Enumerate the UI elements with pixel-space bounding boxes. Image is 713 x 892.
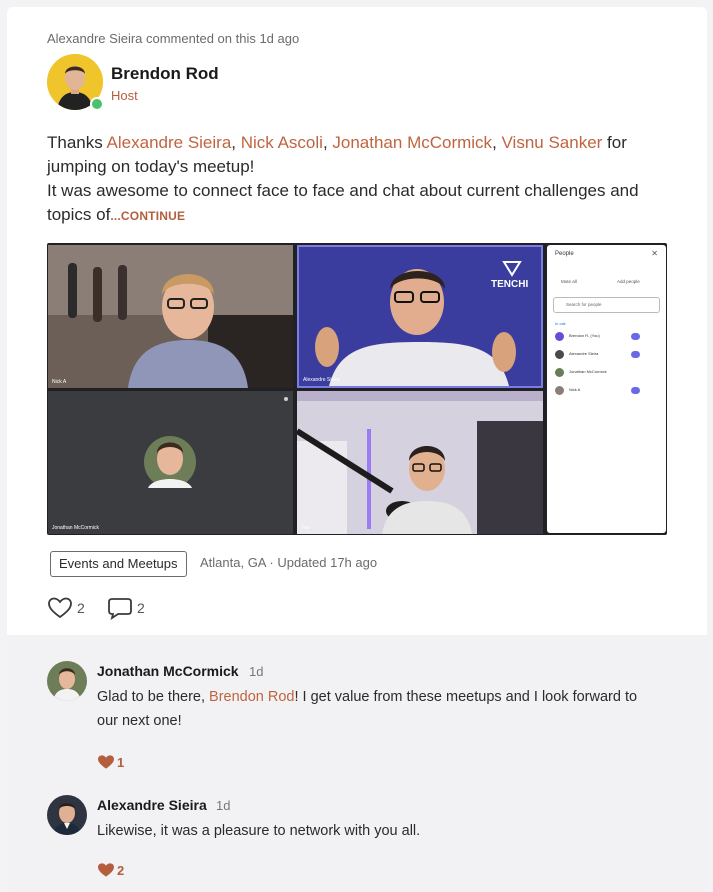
video-tile-active: TENCHI Alexandre Sieira — [297, 245, 543, 388]
participant-video — [297, 391, 543, 534]
post-card: Alexandre Sieira commented on this 1d ag… — [7, 7, 707, 892]
comment-icon — [108, 598, 132, 621]
video-tile: Nick A — [48, 245, 293, 388]
comments-section: Jonathan McCormick 1d Glad to be there, … — [7, 635, 707, 892]
participant-name: Brendon R. (You) — [569, 333, 600, 338]
participant-name: Alexandre Sieira — [569, 351, 599, 356]
participant-icon — [555, 332, 564, 341]
commenter-name[interactable]: Alexandre Sieira — [97, 797, 207, 813]
close-icon: ✕ — [651, 249, 658, 258]
heart-filled-icon — [98, 863, 114, 877]
online-status-dot — [90, 97, 104, 111]
heart-icon — [48, 597, 72, 619]
video-call-image[interactable]: Nick A TENCHI Alexandre Sieira Jonathan … — [47, 243, 667, 535]
participant-row: Alexandre Sieira — [555, 349, 659, 361]
people-panel: People ✕ Mute all Add people Search for … — [547, 245, 666, 533]
mention-jonathan[interactable]: Jonathan McCormick — [332, 133, 492, 152]
participant-name: Jonathan McCormick — [569, 369, 607, 374]
commenter-avatar[interactable] — [47, 661, 87, 701]
video-tile: You — [297, 391, 543, 534]
video-tile: Jonathan McCormick — [48, 391, 293, 534]
people-panel-title: People — [555, 251, 574, 257]
participant-icon — [555, 386, 564, 395]
comment-text: Likewise, it was a pleasure to network w… — [97, 823, 421, 839]
tile-name: Jonathan McCormick — [52, 525, 99, 531]
more-icon — [631, 333, 640, 340]
add-people-label: Add people — [617, 279, 640, 284]
body-thanks: Thanks — [47, 133, 107, 152]
author-name[interactable]: Brendon Rod — [111, 64, 219, 84]
participant-video — [48, 245, 293, 388]
comment-time: 1d — [249, 664, 264, 679]
more-icon — [631, 351, 640, 358]
commenter-avatar-image — [47, 795, 87, 835]
meta-separator: · — [265, 555, 278, 570]
post-meta: Atlanta, GA · Updated 17h ago — [200, 555, 377, 570]
comment-like-count: 2 — [117, 863, 125, 878]
like-count: 2 — [77, 600, 85, 616]
participant-video: TENCHI — [299, 247, 541, 386]
activity-line: Alexandre Sieira commented on this 1d ag… — [47, 31, 300, 46]
comment-button[interactable]: 2 — [107, 596, 145, 621]
participant-row: Nick A — [555, 385, 659, 397]
tenchi-logo: TENCHI — [491, 279, 528, 290]
participant-name: Nick A — [569, 387, 581, 392]
post-body: Thanks Alexandre Sieira, Nick Ascoli, Jo… — [47, 131, 667, 228]
updated-time: Updated 17h ago — [277, 555, 378, 570]
body-separator: , — [492, 133, 502, 152]
participant-icon — [555, 368, 564, 377]
mention-alexandre[interactable]: Alexandre Sieira — [107, 133, 232, 152]
participant-icon — [555, 350, 564, 359]
commenter-name[interactable]: Jonathan McCormick — [97, 663, 239, 679]
comment-time: 1d — [216, 798, 231, 813]
in-call-heading: In call — [555, 321, 566, 326]
people-search: Search for people — [553, 297, 660, 313]
commenter-avatar[interactable] — [47, 795, 87, 835]
author-role: Host — [111, 88, 138, 103]
comment-text-before: Glad to be there, — [97, 689, 210, 705]
comment-like-button[interactable]: 2 — [97, 861, 131, 879]
comment-text: Glad to be there, Brendon Rod! I get val… — [97, 685, 657, 733]
tile-name: Nick A — [52, 379, 67, 385]
like-button[interactable]: 2 — [47, 596, 85, 620]
tile-name: You — [301, 525, 310, 531]
comment-count: 2 — [137, 600, 145, 616]
participant-row: Jonathan McCormick — [555, 367, 659, 379]
participant-avatar — [48, 391, 293, 534]
more-icon — [631, 387, 640, 394]
tile-name: Alexandre Sieira — [303, 377, 340, 383]
continue-link[interactable]: ...CONTINUE — [110, 209, 185, 223]
mention-nick[interactable]: Nick Ascoli — [241, 133, 323, 152]
mention-brendon[interactable]: Brendon Rod — [209, 689, 294, 705]
heart-filled-icon — [98, 755, 114, 769]
mute-all-label: Mute all — [561, 279, 577, 284]
comment-like-button[interactable]: 1 — [97, 753, 131, 771]
commenter-avatar-image — [47, 661, 87, 701]
mention-visnu[interactable]: Visnu Sanker — [502, 133, 603, 152]
tag-events-and-meetups[interactable]: Events and Meetups — [50, 551, 187, 577]
location: Atlanta, GA — [200, 555, 266, 570]
body-separator: , — [231, 133, 241, 152]
body-separator: , — [322, 133, 333, 152]
comment-like-count: 1 — [117, 755, 125, 770]
participant-row: Brendon R. (You) — [555, 331, 659, 343]
